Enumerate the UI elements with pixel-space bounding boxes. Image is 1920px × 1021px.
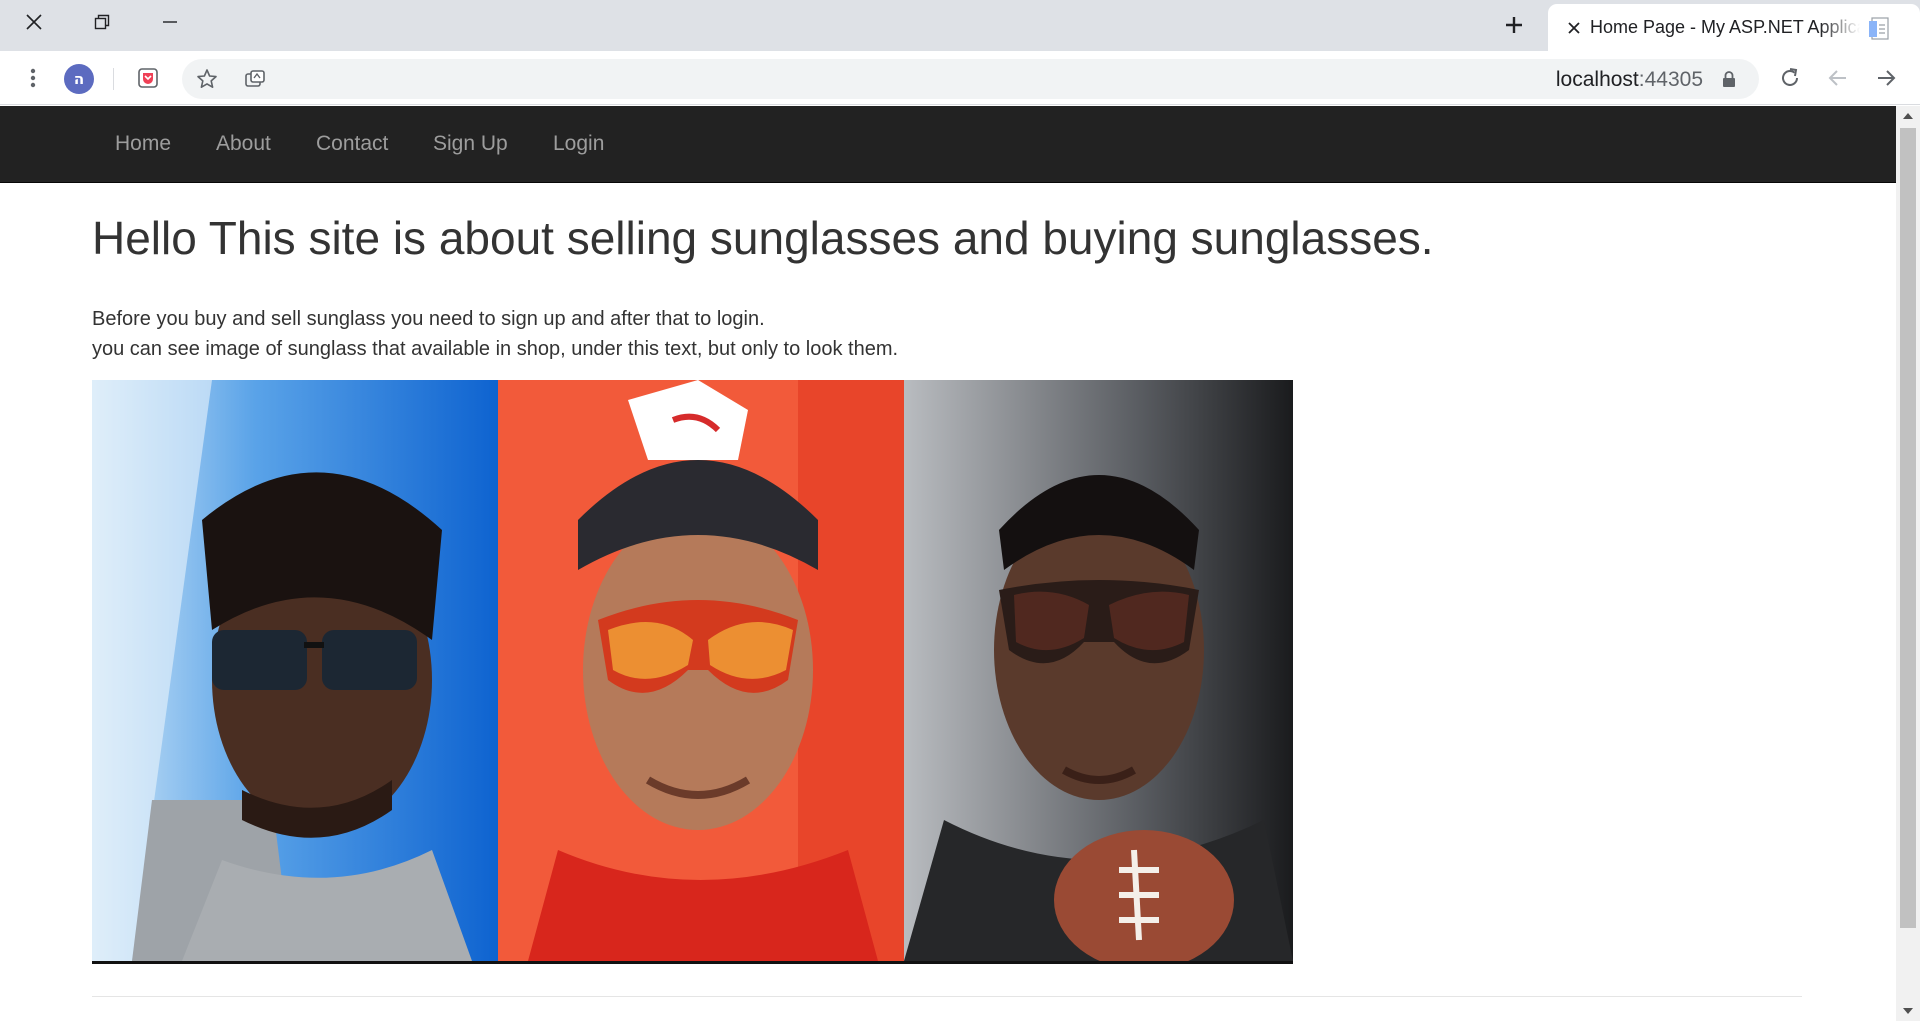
nav-item-sign-up[interactable]: Sign Up [433,132,508,156]
url-host: localhost [1555,68,1639,91]
close-window-button[interactable] [0,0,68,43]
document-favicon-icon [1869,17,1889,40]
forward-button[interactable] [1867,59,1905,97]
nav-item-contact[interactable]: Contact [316,132,388,156]
address-bar[interactable]: localhost:44305 [182,59,1759,99]
showcase-photo-panel-2 [498,380,904,961]
page-scrollbar[interactable] [1896,106,1920,1021]
minimize-icon [163,20,177,23]
browser-toolbar: ה localhost:44305 [0,51,1920,105]
nav-item-home[interactable]: Home [115,132,171,156]
toolbar-separator [113,68,114,90]
scrollbar-thumb[interactable] [1900,128,1916,928]
url-text[interactable]: localhost:44305 [1556,68,1703,92]
new-tab-button[interactable] [1494,6,1534,44]
caret-up-icon [1903,113,1913,119]
sunglasses-showcase-image [92,380,1293,964]
kebab-menu-icon [30,68,36,88]
pocket-icon [138,68,158,88]
minimize-window-button[interactable] [136,0,204,43]
profile-avatar[interactable]: ה [64,64,94,94]
tab-close-button[interactable] [1560,14,1588,42]
site-navbar: Home About Contact Sign Up Login [0,106,1896,183]
intro-line-1: Before you buy and sell sunglass you nee… [92,308,765,330]
content-divider [92,996,1802,997]
pocket-extension-button[interactable] [129,59,167,97]
reload-button[interactable] [1771,59,1809,97]
close-icon [26,13,42,30]
showcase-photo-panel-3 [904,380,1293,961]
reload-icon [1782,68,1798,86]
scroll-up-button[interactable] [1896,106,1920,126]
forward-arrow-icon [1878,70,1896,86]
showcase-photo-panel-1 [92,380,498,961]
star-icon [197,69,217,88]
restore-icon [94,14,110,29]
close-icon [1568,22,1580,34]
url-port: :44305 [1638,68,1703,91]
back-button[interactable] [1819,59,1857,97]
page-viewport: Home About Contact Sign Up Login Hello T… [0,106,1896,1021]
restore-window-button[interactable] [68,0,136,43]
page-heading: Hello This site is about selling sunglas… [92,212,1434,264]
caret-down-icon [1903,1008,1913,1014]
intro-line-2: you can see image of sunglass that avail… [92,338,899,360]
lock-icon [1723,71,1735,87]
nav-item-login[interactable]: Login [553,132,604,156]
browser-menu-button[interactable] [14,59,52,97]
active-tab[interactable]: Home Page - My ASP.NET Application [1548,4,1920,51]
back-arrow-icon [1828,70,1846,86]
tab-title: Home Page - My ASP.NET Application [1590,17,1860,37]
browser-tab-strip: Home Page - My ASP.NET Application [0,0,1920,51]
scroll-down-button[interactable] [1896,1001,1920,1021]
bookmark-button[interactable] [188,60,226,98]
translate-icon [245,70,265,87]
nav-item-about[interactable]: About [216,132,271,156]
plus-icon [1506,17,1522,33]
site-settings-button[interactable] [236,60,274,98]
